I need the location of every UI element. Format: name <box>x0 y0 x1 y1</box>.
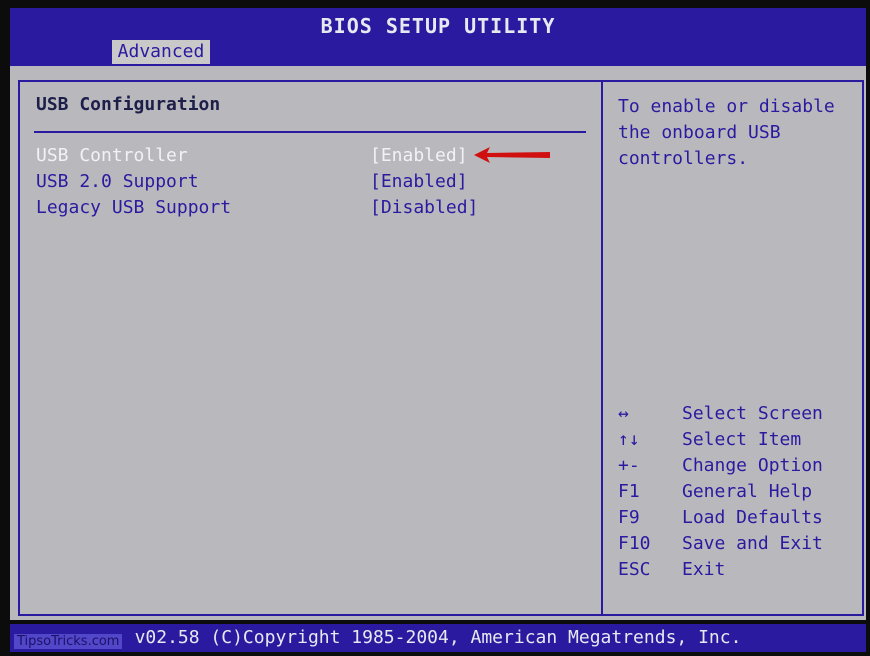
footer-bar: v02.58 (C)Copyright 1985-2004, American … <box>10 624 866 652</box>
section-title: USB Configuration <box>36 94 221 115</box>
setting-legacy-usb-support[interactable]: Legacy USB Support [Disabled] <box>36 197 576 223</box>
key-icon: F10 <box>618 533 651 554</box>
key-action: Change Option <box>682 455 823 476</box>
key-icon: +- <box>618 455 640 476</box>
key-action: Load Defaults <box>682 507 823 528</box>
setting-value[interactable]: [Enabled] <box>370 145 468 166</box>
bios-screen: BIOS SETUP UTILITY Advanced USB Configur… <box>0 0 870 656</box>
key-icon: ↔ <box>618 403 629 424</box>
keyhint-row: ↔ Select Screen <box>618 403 858 427</box>
annotation-arrow-icon <box>474 147 550 163</box>
key-action: Select Screen <box>682 403 823 424</box>
keyhint-row: +- Change Option <box>618 455 858 479</box>
setting-label: USB Controller <box>36 145 188 166</box>
tab-advanced[interactable]: Advanced <box>112 40 210 64</box>
keyhint-row: ↑↓ Select Item <box>618 429 858 453</box>
keyhint-row: F1 General Help <box>618 481 858 505</box>
key-action: Select Item <box>682 429 802 450</box>
setting-value[interactable]: [Enabled] <box>370 171 468 192</box>
keyhint-row: F9 Load Defaults <box>618 507 858 531</box>
key-action: Save and Exit <box>682 533 823 554</box>
setting-label: USB 2.0 Support <box>36 171 199 192</box>
help-divider <box>601 80 603 616</box>
keyhint-row: ESC Exit <box>618 559 858 583</box>
help-description: To enable or disable the onboard USB con… <box>618 96 835 169</box>
key-icon: F9 <box>618 507 640 528</box>
section-divider <box>34 131 586 133</box>
keyhint-row: F10 Save and Exit <box>618 533 858 557</box>
copyright-text: v02.58 (C)Copyright 1985-2004, American … <box>134 627 742 648</box>
key-icon: ESC <box>618 559 651 580</box>
watermark-text: TipsoTricks.com <box>14 634 123 649</box>
key-action: Exit <box>682 559 726 580</box>
key-icon: F1 <box>618 481 640 502</box>
setting-usb-2-support[interactable]: USB 2.0 Support [Enabled] <box>36 171 576 197</box>
key-action: General Help <box>682 481 813 502</box>
key-icon: ↑↓ <box>618 429 640 450</box>
app-title: BIOS SETUP UTILITY <box>320 14 556 38</box>
setting-value[interactable]: [Disabled] <box>370 197 478 218</box>
setting-label: Legacy USB Support <box>36 197 232 218</box>
